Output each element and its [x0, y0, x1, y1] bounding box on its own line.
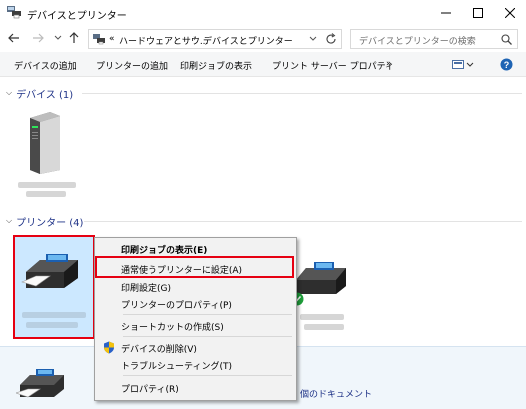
title-bar: デバイスとプリンター [0, 0, 526, 26]
menu-separator [123, 314, 292, 315]
menu-item-printing-preferences[interactable]: 印刷設定(G) [121, 281, 171, 294]
address-dropdown-button[interactable] [309, 35, 317, 45]
arrow-left-icon [8, 33, 19, 43]
arrow-right-icon [33, 33, 44, 43]
maximize-button[interactable] [462, 0, 494, 26]
printers-group-label: プリンター (4) [16, 217, 84, 229]
menu-item-create-shortcut[interactable]: ショートカットの作成(S) [121, 320, 224, 333]
search-placeholder: デバイスとプリンターの検索 [359, 37, 476, 47]
add-device-button[interactable]: デバイスの追加 [14, 59, 77, 72]
arrow-up-icon [69, 32, 79, 43]
refresh-button[interactable] [325, 33, 337, 48]
add-printer-button[interactable]: プリンターの追加 [96, 59, 168, 72]
maximize-icon [473, 8, 483, 18]
window-title: デバイスとプリンター [27, 11, 127, 22]
command-bar: デバイスの追加 プリンターの追加 印刷ジョブの表示 プリント サーバー プロパテ… [0, 52, 526, 77]
chevron-down-icon: ⌵ [6, 216, 13, 225]
computer-device-label [18, 182, 76, 188]
devices-group-label: デバイス (1) [16, 89, 74, 101]
menu-item-printer-properties[interactable]: プリンターのプロパティ(P) [121, 298, 232, 311]
menu-item-see-print-jobs[interactable]: 印刷ジョブの表示(E) [121, 243, 207, 256]
menu-item-remove-device[interactable]: デバイスの削除(V) [121, 342, 197, 355]
computer-device-icon[interactable] [28, 112, 62, 174]
devices-printers-app-icon [6, 5, 22, 19]
close-icon [505, 8, 515, 18]
printers-group-header[interactable]: ⌵ プリンター (4) [6, 214, 84, 229]
document-count-link[interactable]: 個のドキュメント [300, 387, 372, 400]
view-icon [452, 60, 474, 69]
minimize-button[interactable] [430, 0, 462, 26]
shield-icon [103, 341, 115, 357]
svg-text:?: ? [504, 60, 510, 70]
see-print-jobs-button[interactable]: 印刷ジョブの表示 [180, 59, 252, 72]
devices-group-header[interactable]: ⌵ デバイス (1) [6, 86, 74, 101]
up-button[interactable] [66, 30, 82, 46]
details-printer-icon [15, 363, 66, 399]
chevron-down-icon: ⌵ [6, 88, 13, 97]
printer-2-label [300, 314, 344, 320]
printer-icon-2[interactable] [296, 256, 348, 296]
printers-group-divider [84, 221, 522, 222]
print-server-properties-button[interactable]: プリント サーバー プロパティ [272, 59, 394, 72]
menu-item-properties[interactable]: プロパティ(R) [121, 382, 179, 395]
help-icon: ? [500, 58, 513, 71]
context-menu: 印刷ジョブの表示(E) 通常使うプリンターに設定(A) 印刷設定(G) プリンタ… [94, 237, 297, 401]
chevron-down-icon [54, 35, 62, 40]
more-commands-button[interactable]: » [386, 59, 392, 69]
minimize-icon [441, 12, 451, 14]
chevron-down-icon [309, 36, 317, 41]
change-view-button[interactable] [452, 59, 474, 74]
search-icon [501, 34, 512, 48]
computer-device-label-line2 [26, 191, 66, 197]
menu-separator [123, 375, 292, 376]
menu-item-troubleshoot[interactable]: トラブルシューティング(T) [121, 359, 232, 372]
location-icon [92, 33, 106, 48]
breadcrumb-overflow[interactable]: « [109, 34, 115, 44]
printer-2-label-line2 [304, 324, 344, 330]
search-input[interactable]: デバイスとプリンターの検索 [350, 29, 518, 49]
breadcrumb-devices-printers[interactable]: デバイスとプリンター [203, 34, 293, 47]
close-button[interactable] [494, 0, 526, 26]
recent-locations-button[interactable] [50, 30, 66, 46]
breadcrumb-separator: › [193, 34, 197, 44]
menu-highlight-frame [95, 256, 294, 278]
refresh-icon [326, 33, 336, 44]
printer-highlight-frame [13, 235, 95, 339]
address-row: « ハードウェアとサウ... › デバイスとプリンター デバイスとプリンターの検… [0, 26, 526, 52]
menu-separator [123, 336, 292, 337]
back-button[interactable] [6, 30, 22, 46]
address-bar[interactable]: « ハードウェアとサウ... › デバイスとプリンター [88, 29, 342, 49]
forward-button[interactable] [30, 30, 46, 46]
devices-group-divider [82, 93, 522, 94]
help-button[interactable]: ? [500, 58, 513, 74]
